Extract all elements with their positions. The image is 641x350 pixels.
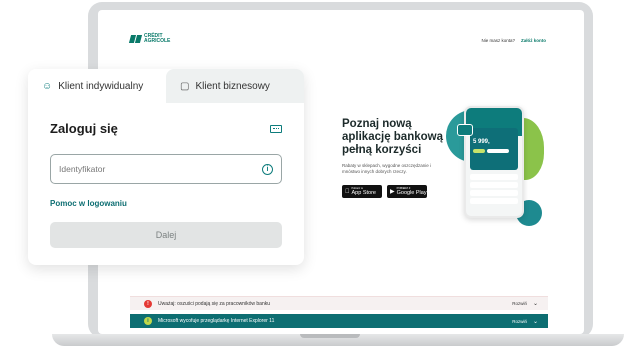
person-icon: ☺ bbox=[42, 80, 53, 92]
google-play-label: POBIERZ Z Google Play bbox=[397, 187, 427, 196]
ie-notice-text: Microsoft wycofuje przeglądarkę Internet… bbox=[158, 318, 275, 324]
chevron-down-icon[interactable]: ⌄ bbox=[533, 318, 538, 325]
identifier-input[interactable] bbox=[59, 164, 239, 174]
app-store-name: App Store bbox=[347, 190, 376, 196]
logo-line2: AGRICOLE bbox=[144, 38, 171, 44]
ie-notice-banner[interactable]: i Microsoft wycofuje przeglądarkę Intern… bbox=[130, 314, 548, 328]
next-button[interactable]: Dalej bbox=[50, 222, 282, 248]
tab-individual-client[interactable]: ☺ Klient indywidualny bbox=[28, 69, 166, 103]
no-account-text: Nie masz konta? bbox=[481, 38, 515, 43]
play-icon: ▶ bbox=[390, 189, 395, 195]
phone-account-card: 5 999, bbox=[470, 128, 518, 170]
tab-individual-label: Klient indywidualny bbox=[58, 80, 144, 92]
chevron-down-icon[interactable]: ⌄ bbox=[533, 300, 538, 307]
logo-mark-icon bbox=[130, 35, 141, 43]
login-help-link[interactable]: Pomoc w logowaniu bbox=[50, 199, 282, 208]
logo-text: CRÉDIT AGRICOLE bbox=[144, 34, 178, 44]
info-badge-icon: i bbox=[144, 317, 152, 325]
app-store-label: Pobierz w App Store bbox=[352, 187, 376, 196]
google-play-button[interactable]: ▶ POBIERZ Z Google Play bbox=[387, 185, 427, 198]
identifier-field[interactable]: i bbox=[50, 154, 282, 184]
login-title: Zaloguj się bbox=[50, 121, 118, 136]
fraud-warning-banner[interactable]: ! Uważaj: oszuści podają się za pracowni… bbox=[130, 296, 548, 310]
promo-description: Rabaty w sklepach, wygodne oszczędzanie … bbox=[342, 163, 432, 174]
fraud-warning-text: Uważaj: oszuści podają się za pracownikó… bbox=[158, 300, 271, 307]
wallet-icon bbox=[457, 124, 473, 136]
info-icon[interactable]: i bbox=[262, 163, 273, 175]
login-card: ☺ Klient indywidualny ▢ Klient biznesowy… bbox=[28, 69, 304, 265]
top-navigation: Nie masz konta? Załóż konto bbox=[481, 38, 546, 43]
login-heading-row: Zaloguj się bbox=[50, 121, 282, 136]
login-form: Zaloguj się i Pomoc w logowaniu Dalej bbox=[50, 121, 282, 248]
app-promo: Poznaj nową aplikację bankową pełną korz… bbox=[342, 118, 452, 198]
ie-notice-expand[interactable]: Rozwiń bbox=[512, 319, 527, 324]
promo-title: Poznaj nową aplikację bankową pełną korz… bbox=[342, 118, 443, 156]
tab-business-client[interactable]: ▢ Klient biznesowy bbox=[166, 69, 304, 103]
briefcase-icon: ▢ bbox=[180, 80, 190, 92]
store-badges:  Pobierz w App Store ▶ POBIERZ Z Google… bbox=[342, 185, 452, 198]
app-store-button[interactable]:  Pobierz w App Store bbox=[342, 185, 382, 198]
client-type-tabs: ☺ Klient indywidualny ▢ Klient biznesowy bbox=[28, 69, 304, 103]
stage: CRÉDIT AGRICOLE Nie masz konta? Załóż ko… bbox=[0, 0, 641, 350]
apple-icon:  bbox=[345, 189, 350, 195]
warning-icon: ! bbox=[144, 299, 152, 308]
bank-logo[interactable]: CRÉDIT AGRICOLE bbox=[130, 34, 178, 44]
google-play-name: Google Play bbox=[396, 190, 427, 196]
phone-balance: 5 999, bbox=[473, 139, 490, 145]
phone-list bbox=[470, 174, 518, 206]
phone-card-buttons bbox=[473, 149, 515, 153]
tab-business-label: Klient biznesowy bbox=[195, 80, 270, 92]
laptop-notch bbox=[300, 334, 360, 338]
open-account-link[interactable]: Załóż konto bbox=[521, 38, 546, 43]
keyboard-icon[interactable] bbox=[270, 124, 282, 133]
fraud-warning-expand[interactable]: Rozwiń bbox=[512, 301, 527, 306]
phone-mockup: 5 999, bbox=[464, 106, 524, 218]
